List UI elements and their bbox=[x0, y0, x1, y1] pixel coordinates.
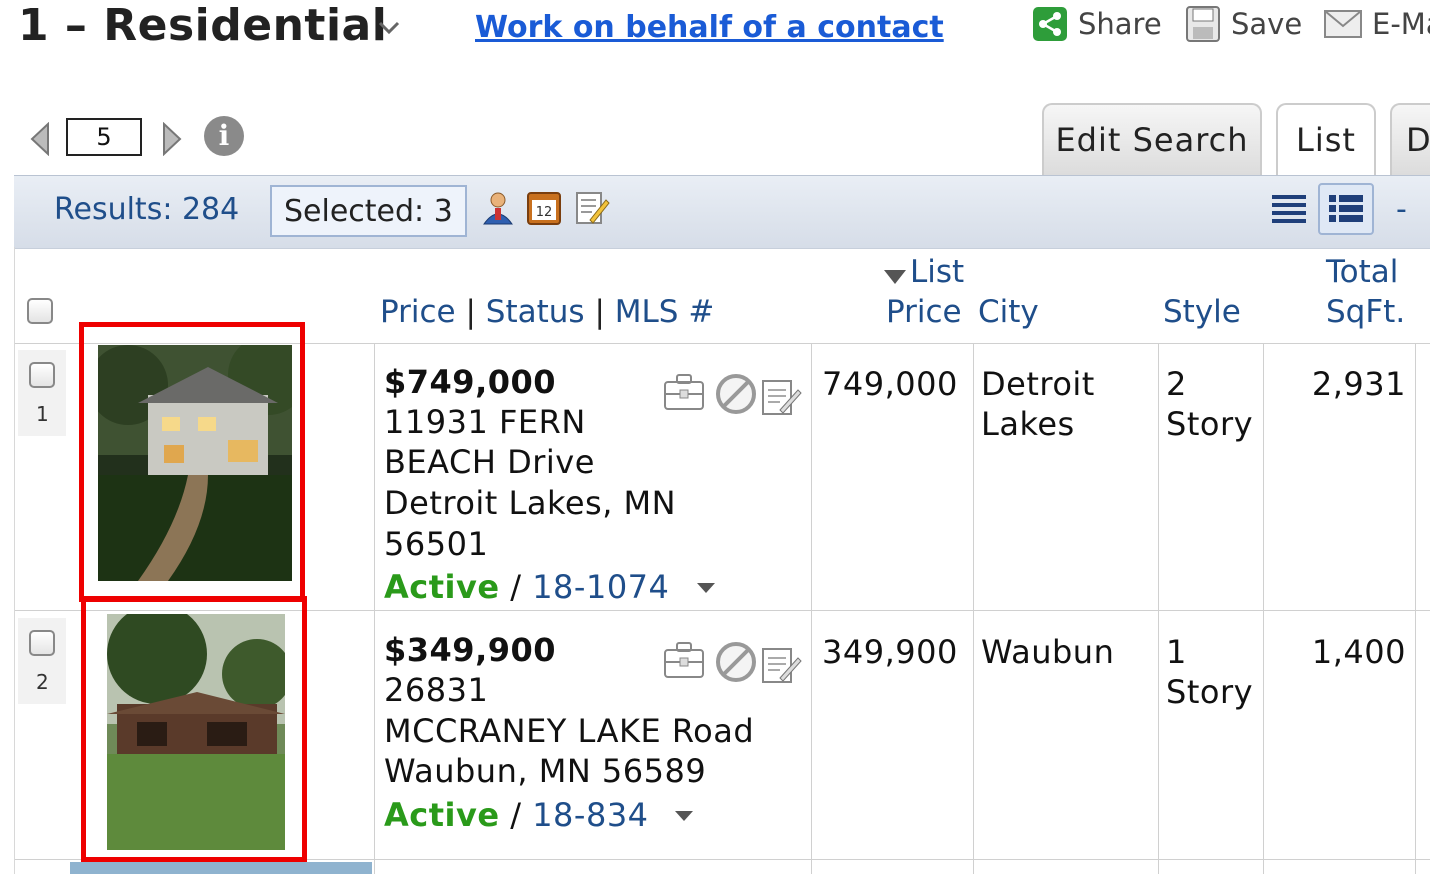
listing-price: $349,900 bbox=[384, 631, 557, 669]
row-number: 1 bbox=[36, 402, 49, 426]
work-on-behalf-link[interactable]: Work on behalf of a contact bbox=[475, 10, 944, 45]
edit-note-icon[interactable] bbox=[574, 190, 610, 226]
info-icon[interactable]: i bbox=[204, 116, 244, 156]
tab-detail[interactable]: D bbox=[1390, 103, 1430, 175]
notes-icon[interactable] bbox=[760, 376, 802, 418]
header-separator: | bbox=[594, 294, 605, 330]
save-label: Save bbox=[1231, 7, 1303, 41]
mls-dropdown-icon[interactable] bbox=[694, 580, 718, 596]
city-value: Waubun bbox=[981, 633, 1115, 671]
style-value: 1 bbox=[1166, 633, 1187, 671]
mls-number-link[interactable]: 18-834 bbox=[532, 796, 648, 834]
listing-photo-partial bbox=[70, 862, 372, 874]
style-value: Story bbox=[1166, 405, 1254, 443]
address-line: 26831 bbox=[384, 671, 489, 709]
address-line: Detroit Lakes, MN bbox=[384, 484, 677, 522]
page-title: 1 – Residential bbox=[18, 0, 388, 51]
column-header-mls[interactable]: MLS # bbox=[615, 294, 715, 330]
detail-view-button[interactable] bbox=[1318, 183, 1374, 235]
tab-edit-search[interactable]: Edit Search bbox=[1042, 103, 1262, 175]
column-header-list-price-line2[interactable]: Price bbox=[886, 294, 962, 330]
share-button[interactable]: Share bbox=[1032, 4, 1162, 44]
city-value: Lakes bbox=[981, 405, 1075, 443]
chevron-down-icon[interactable] bbox=[374, 12, 404, 42]
email-button[interactable]: E-Ma bbox=[1324, 4, 1430, 44]
row-checkbox-2[interactable] bbox=[29, 630, 55, 656]
page-number-input[interactable]: 5 bbox=[66, 118, 142, 156]
results-count: Results: 284 bbox=[54, 192, 240, 227]
save-button[interactable]: Save bbox=[1185, 4, 1302, 44]
mls-number-link[interactable]: 18-1074 bbox=[532, 568, 669, 606]
tab-list[interactable]: List bbox=[1276, 103, 1376, 175]
list-view-icon[interactable] bbox=[1266, 187, 1312, 231]
column-header-status[interactable]: Status bbox=[486, 294, 585, 330]
photo-highlight-box bbox=[81, 596, 307, 862]
row-number: 2 bbox=[36, 670, 49, 694]
save-icon bbox=[1186, 6, 1220, 42]
row-checkbox-1[interactable] bbox=[29, 362, 55, 388]
column-header-style[interactable]: Style bbox=[1163, 294, 1241, 330]
email-icon bbox=[1324, 10, 1362, 38]
status-separator: / bbox=[510, 796, 522, 834]
column-header-city[interactable]: City bbox=[978, 294, 1039, 330]
notes-icon[interactable] bbox=[760, 644, 802, 686]
status-badge: Active bbox=[384, 796, 500, 834]
email-label: E-Ma bbox=[1372, 7, 1430, 41]
calendar-icon[interactable]: 12 bbox=[526, 190, 562, 226]
prohibited-icon[interactable] bbox=[714, 640, 758, 684]
sort-descending-icon bbox=[884, 270, 906, 284]
address-line: MCCRANEY LAKE Road bbox=[384, 712, 755, 750]
photo-highlight-box bbox=[79, 322, 305, 602]
sqft-value: 1,400 bbox=[1311, 633, 1406, 671]
select-all-checkbox[interactable] bbox=[27, 298, 53, 324]
column-header-price[interactable]: Price bbox=[380, 294, 456, 330]
column-header-sqft-line1[interactable]: Total bbox=[1326, 254, 1398, 290]
sqft-value: 2,931 bbox=[1311, 365, 1406, 403]
svg-text:12: 12 bbox=[536, 205, 553, 220]
listing-price: $749,000 bbox=[384, 363, 557, 401]
address-line: 11931 FERN bbox=[384, 403, 586, 441]
list-price-value: 749,000 bbox=[822, 365, 958, 403]
column-header-list-price-line1[interactable]: List bbox=[910, 254, 964, 290]
column-header-sqft-line2[interactable]: SqFt. bbox=[1326, 294, 1405, 330]
style-value: Story bbox=[1166, 673, 1254, 711]
list-price-value: 349,900 bbox=[822, 633, 958, 671]
address-line: BEACH Drive bbox=[384, 443, 595, 481]
address-line: 56501 bbox=[384, 525, 489, 563]
next-page-icon[interactable] bbox=[160, 122, 184, 156]
share-icon bbox=[1033, 7, 1067, 41]
address-line: Waubun, MN 56589 bbox=[384, 752, 707, 790]
collapse-button[interactable]: - bbox=[1396, 192, 1407, 227]
previous-page-icon[interactable] bbox=[28, 122, 52, 156]
status-separator: / bbox=[510, 568, 522, 606]
contact-icon[interactable] bbox=[480, 190, 516, 226]
briefcase-icon[interactable] bbox=[662, 640, 706, 680]
city-value: Detroit bbox=[981, 365, 1095, 403]
share-label: Share bbox=[1078, 7, 1162, 41]
selected-count-button[interactable]: Selected: 3 bbox=[270, 185, 467, 237]
prohibited-icon[interactable] bbox=[714, 372, 758, 416]
header-separator: | bbox=[465, 294, 476, 330]
status-badge: Active bbox=[384, 568, 500, 606]
mls-dropdown-icon[interactable] bbox=[672, 808, 696, 824]
detail-view-icon bbox=[1329, 195, 1363, 222]
style-value: 2 bbox=[1166, 365, 1187, 403]
briefcase-icon[interactable] bbox=[662, 372, 706, 412]
